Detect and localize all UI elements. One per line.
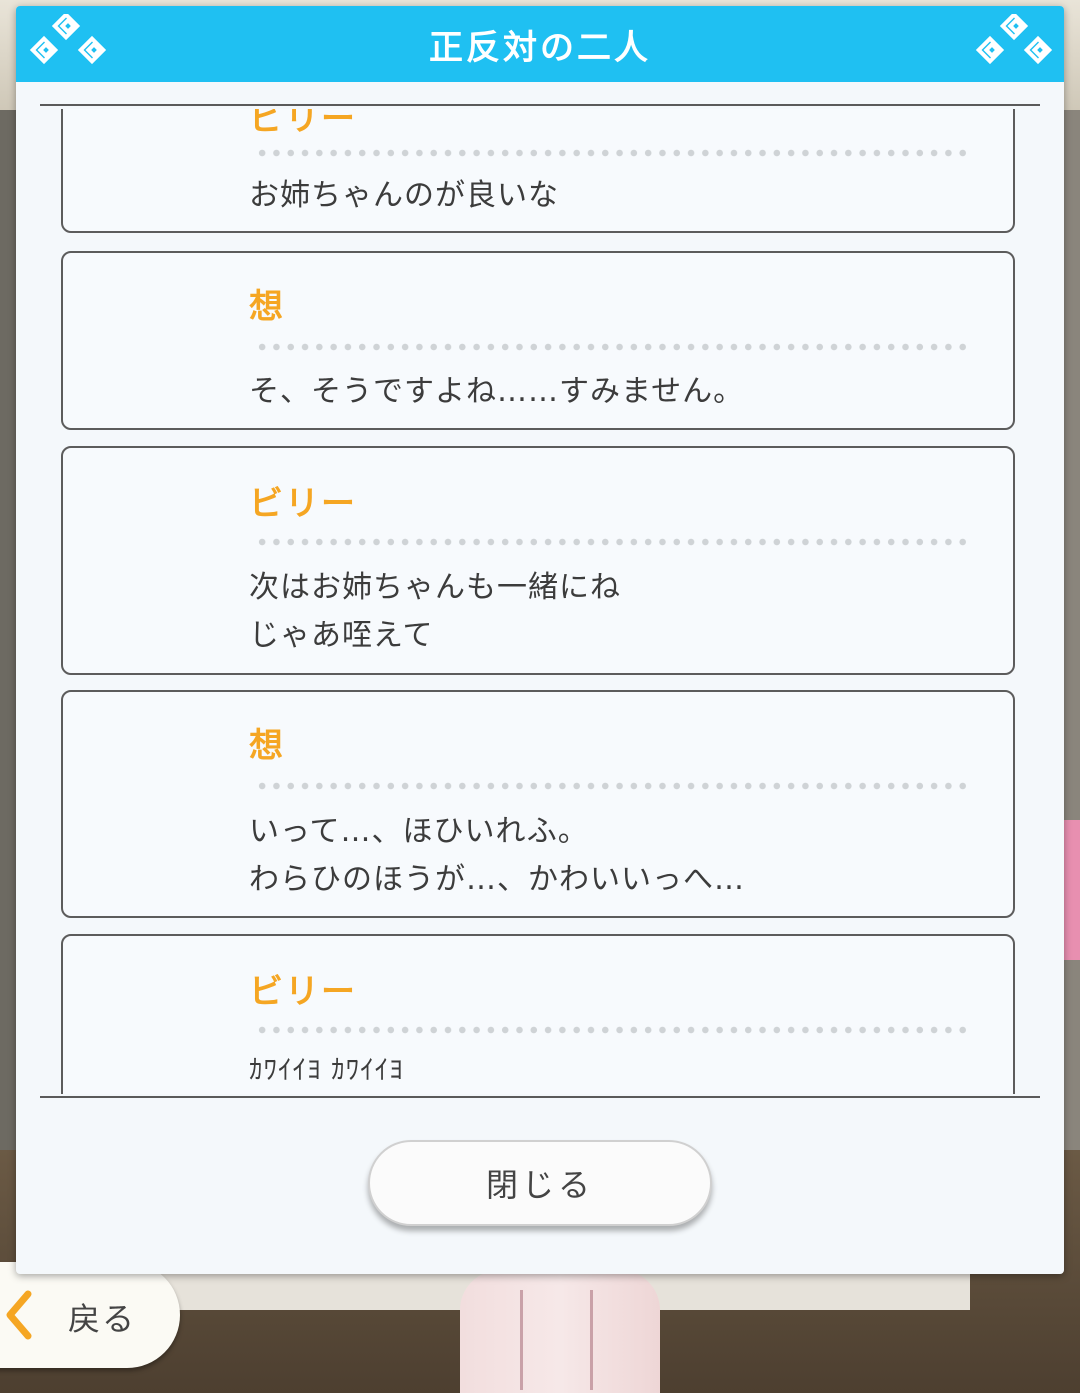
- dotted-separator: [255, 343, 971, 351]
- background-scene-accent: [1062, 820, 1080, 960]
- chevron-left-icon: [6, 1290, 32, 1340]
- log-line: ｶﾜｲｲﾖ ｶﾜｲｲﾖ: [249, 1055, 404, 1086]
- log-line: いって…、ほひいれふ。: [249, 814, 589, 849]
- dotted-separator: [255, 538, 971, 546]
- log-entry: ビリー お姉ちゃんのが良いな: [61, 109, 1015, 233]
- log-top-divider: [40, 104, 1040, 106]
- dotted-separator: [255, 782, 971, 790]
- diamond-ornament-icon: [29, 14, 107, 65]
- log-line: そ、そうですよね……すみません。: [249, 374, 745, 409]
- log-speaker: 想: [249, 287, 285, 327]
- close-button-label: 閉じる: [485, 1166, 594, 1204]
- log-entry: 想 そ、そうですよね……すみません。: [61, 251, 1015, 430]
- log-line: じゃあ咥えて: [249, 618, 434, 653]
- log-entry: ビリー 次はお姉ちゃんも一緒にね じゃあ咥えて: [61, 446, 1015, 675]
- background-scene-right: [1062, 110, 1080, 1150]
- log-speaker: ビリー: [249, 109, 357, 139]
- modal-title: 正反対の二人: [429, 27, 651, 68]
- back-button[interactable]: 戻る: [0, 1262, 180, 1368]
- backlog-modal: 正反対の二人 ビリー お姉ちゃんのが良いな 想 そ、そうですよね……すみません。…: [16, 6, 1064, 1274]
- backlog-scroll-area[interactable]: ビリー お姉ちゃんのが良いな 想 そ、そうですよね……すみません。 ビリー 次は…: [16, 109, 1064, 1094]
- log-line: 次はお姉ちゃんも一緒にね: [249, 570, 621, 605]
- log-bottom-divider: [40, 1096, 1040, 1098]
- modal-header: 正反対の二人: [16, 6, 1064, 82]
- diamond-ornament-icon: [975, 14, 1053, 65]
- log-entry: ビリー ｶﾜｲｲﾖ ｶﾜｲｲﾖ: [61, 934, 1015, 1094]
- close-button[interactable]: 閉じる: [368, 1140, 712, 1226]
- background-character: [460, 1270, 660, 1393]
- log-line: お姉ちゃんのが良いな: [249, 178, 559, 213]
- back-button-label: 戻る: [68, 1300, 137, 1338]
- dotted-separator: [255, 1026, 971, 1034]
- log-line: わらひのほうが…、かわいいっへ…: [249, 862, 745, 897]
- dotted-separator: [255, 149, 971, 157]
- log-speaker: ビリー: [249, 972, 357, 1012]
- log-speaker: ビリー: [249, 484, 357, 524]
- log-speaker: 想: [249, 726, 285, 766]
- log-entry: 想 いって…、ほひいれふ。 わらひのほうが…、かわいいっへ…: [61, 690, 1015, 918]
